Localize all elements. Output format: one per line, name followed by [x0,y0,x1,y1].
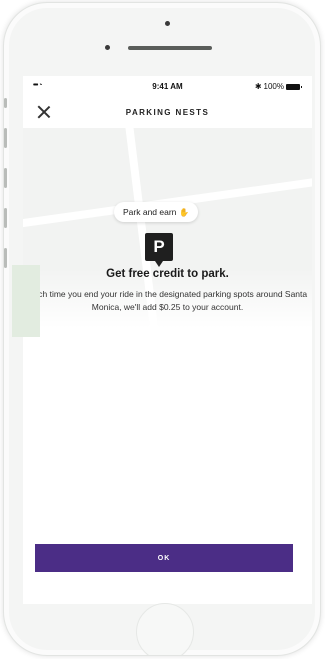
app-screen: ••• ◔ 9:41 AM ✱ 100% PARKING NESTS Park … [23,76,312,604]
sensor-dot [165,21,170,26]
volume-up-button [4,128,7,148]
map-park-area [12,265,40,337]
promo-body: Each time you end your ride in the desig… [27,289,308,312]
tooltip-label: Park and earn [123,207,177,217]
mute-switch [4,98,7,108]
nav-bar: PARKING NESTS [23,98,312,126]
park-and-earn-tooltip: Park and earn ✋ [114,202,199,222]
promo-headline: Get free credit to park. [106,268,229,280]
earpiece-speaker [128,46,212,50]
ok-button[interactable]: OK [35,544,293,572]
battery-icon [286,83,302,90]
phone-frame: ••• ◔ 9:41 AM ✱ 100% PARKING NESTS Park … [3,2,321,656]
parking-pin-icon[interactable]: P [145,233,173,267]
page-title: PARKING NESTS [125,108,210,117]
front-camera [105,45,110,50]
volume-down-button [4,168,7,188]
side-button-2 [4,248,7,268]
side-button [4,208,7,228]
battery-status: ✱ 100% [254,82,302,91]
battery-percent: 100% [263,82,284,91]
home-button[interactable] [136,603,194,655]
hand-icon: ✋ [179,207,190,217]
promo-content: Get free credit to park. Each time you e… [23,268,312,313]
status-bar: ••• ◔ 9:41 AM ✱ 100% [23,80,312,96]
bluetooth-icon: ✱ [254,82,262,91]
